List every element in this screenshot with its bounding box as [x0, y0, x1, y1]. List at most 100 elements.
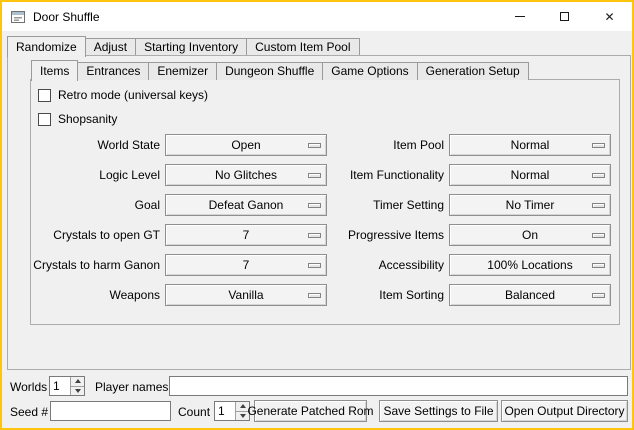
spin-down-icon [240, 414, 246, 418]
shopsanity-checkbox[interactable] [38, 113, 51, 126]
shopsanity-label: Shopsanity [58, 112, 117, 126]
retro-mode-checkbox-row[interactable]: Retro mode (universal keys) [38, 88, 208, 102]
dropdown-indicator-icon [592, 263, 605, 268]
tab-entrances[interactable]: Entrances [77, 62, 149, 80]
weapons-label: Weapons [12, 284, 160, 306]
seed-label: Seed # [10, 402, 48, 422]
save-settings-button[interactable]: Save Settings to File [379, 400, 498, 422]
crystals-harm-ganon-dropdown[interactable]: 7 [165, 254, 327, 276]
count-input[interactable] [215, 402, 235, 420]
dropdown-value: Open [231, 135, 260, 155]
tab-randomize[interactable]: Randomize [7, 36, 86, 57]
minimize-icon [515, 16, 525, 17]
worlds-spin-arrows [70, 377, 84, 395]
window-title: Door Shuffle [33, 10, 100, 24]
retro-mode-label: Retro mode (universal keys) [58, 88, 208, 102]
accessibility-label: Accessibility [314, 254, 444, 276]
dropdown-value: 7 [243, 255, 250, 275]
button-label: Open Output Directory [504, 404, 624, 418]
spin-down-icon [75, 389, 81, 393]
tab-enemizer[interactable]: Enemizer [148, 62, 217, 80]
open-output-directory-button[interactable]: Open Output Directory [501, 400, 628, 422]
player-names-input[interactable] [169, 376, 628, 396]
tab-label: Starting Inventory [144, 40, 238, 54]
dropdown-indicator-icon [592, 293, 605, 298]
dropdown-value: No Glitches [215, 165, 277, 185]
spin-down-button[interactable] [71, 386, 84, 396]
item-functionality-label: Item Functionality [314, 164, 444, 186]
close-icon: ✕ [604, 11, 614, 23]
button-label: Generate Patched Rom [247, 404, 373, 418]
dropdown-value: 100% Locations [487, 255, 572, 275]
spin-up-icon [240, 404, 246, 408]
close-button[interactable]: ✕ [587, 2, 632, 31]
tab-starting-inventory[interactable]: Starting Inventory [135, 38, 247, 56]
generate-patched-rom-button[interactable]: Generate Patched Rom [254, 400, 367, 422]
item-sorting-label: Item Sorting [314, 284, 444, 306]
progressive-items-label: Progressive Items [314, 224, 444, 246]
dropdown-value: No Timer [506, 195, 555, 215]
tab-generation-setup[interactable]: Generation Setup [417, 62, 529, 80]
item-sorting-dropdown[interactable]: Balanced [449, 284, 611, 306]
logic-level-dropdown[interactable]: No Glitches [165, 164, 327, 186]
player-names-label: Player names [95, 377, 168, 397]
worlds-input[interactable] [50, 377, 70, 395]
dropdown-indicator-icon [592, 233, 605, 238]
tab-label: Items [40, 64, 69, 78]
tab-label: Custom Item Pool [255, 40, 350, 54]
goal-dropdown[interactable]: Defeat Ganon [165, 194, 327, 216]
timer-setting-label: Timer Setting [314, 194, 444, 216]
tab-label: Enemizer [157, 64, 208, 78]
maximize-button[interactable] [542, 2, 587, 31]
progressive-items-dropdown[interactable]: On [449, 224, 611, 246]
crystals-open-gt-dropdown[interactable]: 7 [165, 224, 327, 246]
seed-input[interactable] [50, 401, 171, 421]
maximize-icon [560, 12, 569, 21]
minimize-button[interactable] [497, 2, 542, 31]
world-state-label: World State [12, 134, 160, 156]
worlds-label: Worlds [10, 377, 47, 397]
item-pool-dropdown[interactable]: Normal [449, 134, 611, 156]
dropdown-value: Balanced [505, 285, 555, 305]
crystals-harm-ganon-label: Crystals to harm Ganon [12, 254, 160, 276]
timer-setting-dropdown[interactable]: No Timer [449, 194, 611, 216]
tab-custom-item-pool[interactable]: Custom Item Pool [246, 38, 359, 56]
tab-label: Game Options [331, 64, 408, 78]
app-window: Door Shuffle ✕ Randomize Adjust Starting… [0, 0, 634, 430]
tab-dungeon-shuffle[interactable]: Dungeon Shuffle [216, 62, 323, 80]
dropdown-indicator-icon [592, 143, 605, 148]
dropdown-indicator-icon [592, 203, 605, 208]
goal-label: Goal [12, 194, 160, 216]
tab-items[interactable]: Items [31, 60, 78, 81]
count-spinner[interactable] [214, 401, 250, 421]
button-label: Save Settings to File [383, 404, 493, 418]
tab-label: Entrances [86, 64, 140, 78]
title-bar: Door Shuffle ✕ [2, 2, 632, 31]
tab-adjust[interactable]: Adjust [85, 38, 136, 56]
dropdown-value: Vanilla [228, 285, 263, 305]
shopsanity-checkbox-row[interactable]: Shopsanity [38, 112, 117, 126]
accessibility-dropdown[interactable]: 100% Locations [449, 254, 611, 276]
dropdown-value: On [522, 225, 538, 245]
dropdown-value: Normal [511, 135, 550, 155]
item-functionality-dropdown[interactable]: Normal [449, 164, 611, 186]
item-pool-label: Item Pool [314, 134, 444, 156]
count-label: Count [178, 402, 210, 422]
dropdown-value: Normal [511, 165, 550, 185]
window-controls: ✕ [497, 2, 632, 31]
world-state-dropdown[interactable]: Open [165, 134, 327, 156]
spin-up-button[interactable] [71, 377, 84, 386]
weapons-dropdown[interactable]: Vanilla [165, 284, 327, 306]
logic-level-label: Logic Level [12, 164, 160, 186]
app-icon [10, 9, 26, 25]
dropdown-value: Defeat Ganon [209, 195, 284, 215]
outer-tab-bar: Randomize Adjust Starting Inventory Cust… [7, 35, 359, 56]
tab-label: Adjust [94, 40, 127, 54]
worlds-spinner[interactable] [49, 376, 85, 396]
tab-label: Randomize [16, 40, 77, 54]
crystals-open-gt-label: Crystals to open GT [12, 224, 160, 246]
inner-tab-bar: Items Entrances Enemizer Dungeon Shuffle… [31, 59, 528, 80]
retro-mode-checkbox[interactable] [38, 89, 51, 102]
tab-game-options[interactable]: Game Options [322, 62, 417, 80]
dropdown-value: 7 [243, 225, 250, 245]
